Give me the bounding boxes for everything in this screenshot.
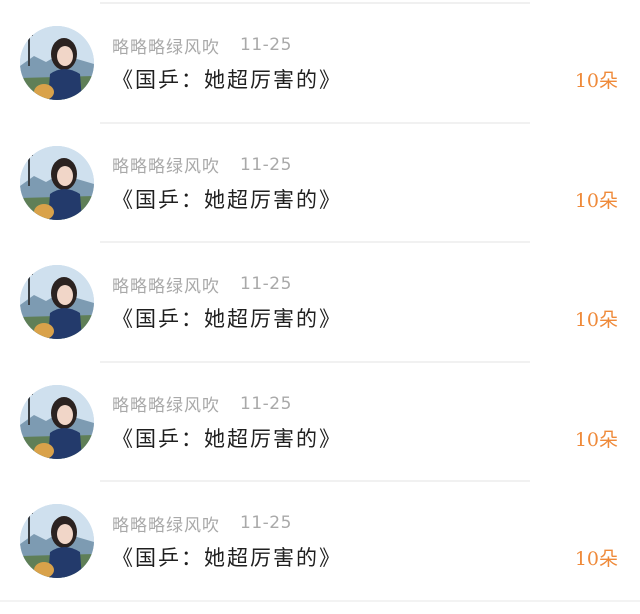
list-item[interactable]: 略略略绿风吹 11-25 《国乒：她超厉害的》 10朵	[0, 482, 640, 602]
gift-count: 10朵	[574, 309, 618, 331]
username[interactable]: 略略略绿风吹	[112, 391, 220, 416]
item-title[interactable]: 《国乒：她超厉害的》	[112, 184, 342, 212]
item-meta: 略略略绿风吹 11-25	[112, 33, 292, 58]
date: 11-25	[240, 154, 292, 175]
avatar[interactable]	[20, 384, 94, 459]
gift-list: 略略略绿风吹 11-25 《国乒：她超厉害的》 10朵 略略略绿风吹 11-25	[0, 4, 640, 602]
item-title[interactable]: 《国乒：她超厉害的》	[112, 64, 342, 92]
username[interactable]: 略略略绿风吹	[112, 33, 220, 58]
gift-count: 10朵	[574, 70, 618, 92]
avatar[interactable]	[20, 265, 94, 339]
date: 11-25	[240, 274, 292, 294]
gift-count: 10朵	[574, 548, 618, 570]
gift-count: 10朵	[574, 189, 618, 212]
avatar[interactable]	[20, 504, 94, 578]
avatar[interactable]	[20, 145, 94, 220]
item-title[interactable]: 《国乒：她超厉害的》	[112, 542, 342, 570]
gift-count: 10朵	[574, 428, 618, 451]
item-meta: 略略略绿风吹 11-25	[112, 391, 292, 417]
item-meta: 略略略绿风吹 11-25	[112, 272, 292, 297]
date: 11-25	[240, 35, 292, 55]
item-meta: 略略略绿风吹 11-25	[112, 152, 292, 178]
list-item[interactable]: 略略略绿风吹 11-25 《国乒：她超厉害的》 10朵	[0, 243, 640, 363]
username[interactable]: 略略略绿风吹	[112, 152, 220, 177]
list-item[interactable]: 略略略绿风吹 11-25 《国乒：她超厉害的》 10朵	[0, 4, 640, 124]
date: 11-25	[240, 513, 292, 533]
divider	[0, 599, 640, 602]
username[interactable]: 略略略绿风吹	[112, 272, 220, 297]
list-item[interactable]: 略略略绿风吹 11-25 《国乒：她超厉害的》 10朵	[0, 124, 640, 243]
item-title[interactable]: 《国乒：她超厉害的》	[112, 303, 342, 331]
avatar[interactable]	[20, 26, 94, 100]
item-title[interactable]: 《国乒：她超厉害的》	[112, 423, 342, 451]
date: 11-25	[240, 393, 292, 414]
list-item[interactable]: 略略略绿风吹 11-25 《国乒：她超厉害的》 10朵	[0, 363, 640, 482]
item-meta: 略略略绿风吹 11-25	[112, 511, 292, 536]
username[interactable]: 略略略绿风吹	[112, 511, 220, 536]
